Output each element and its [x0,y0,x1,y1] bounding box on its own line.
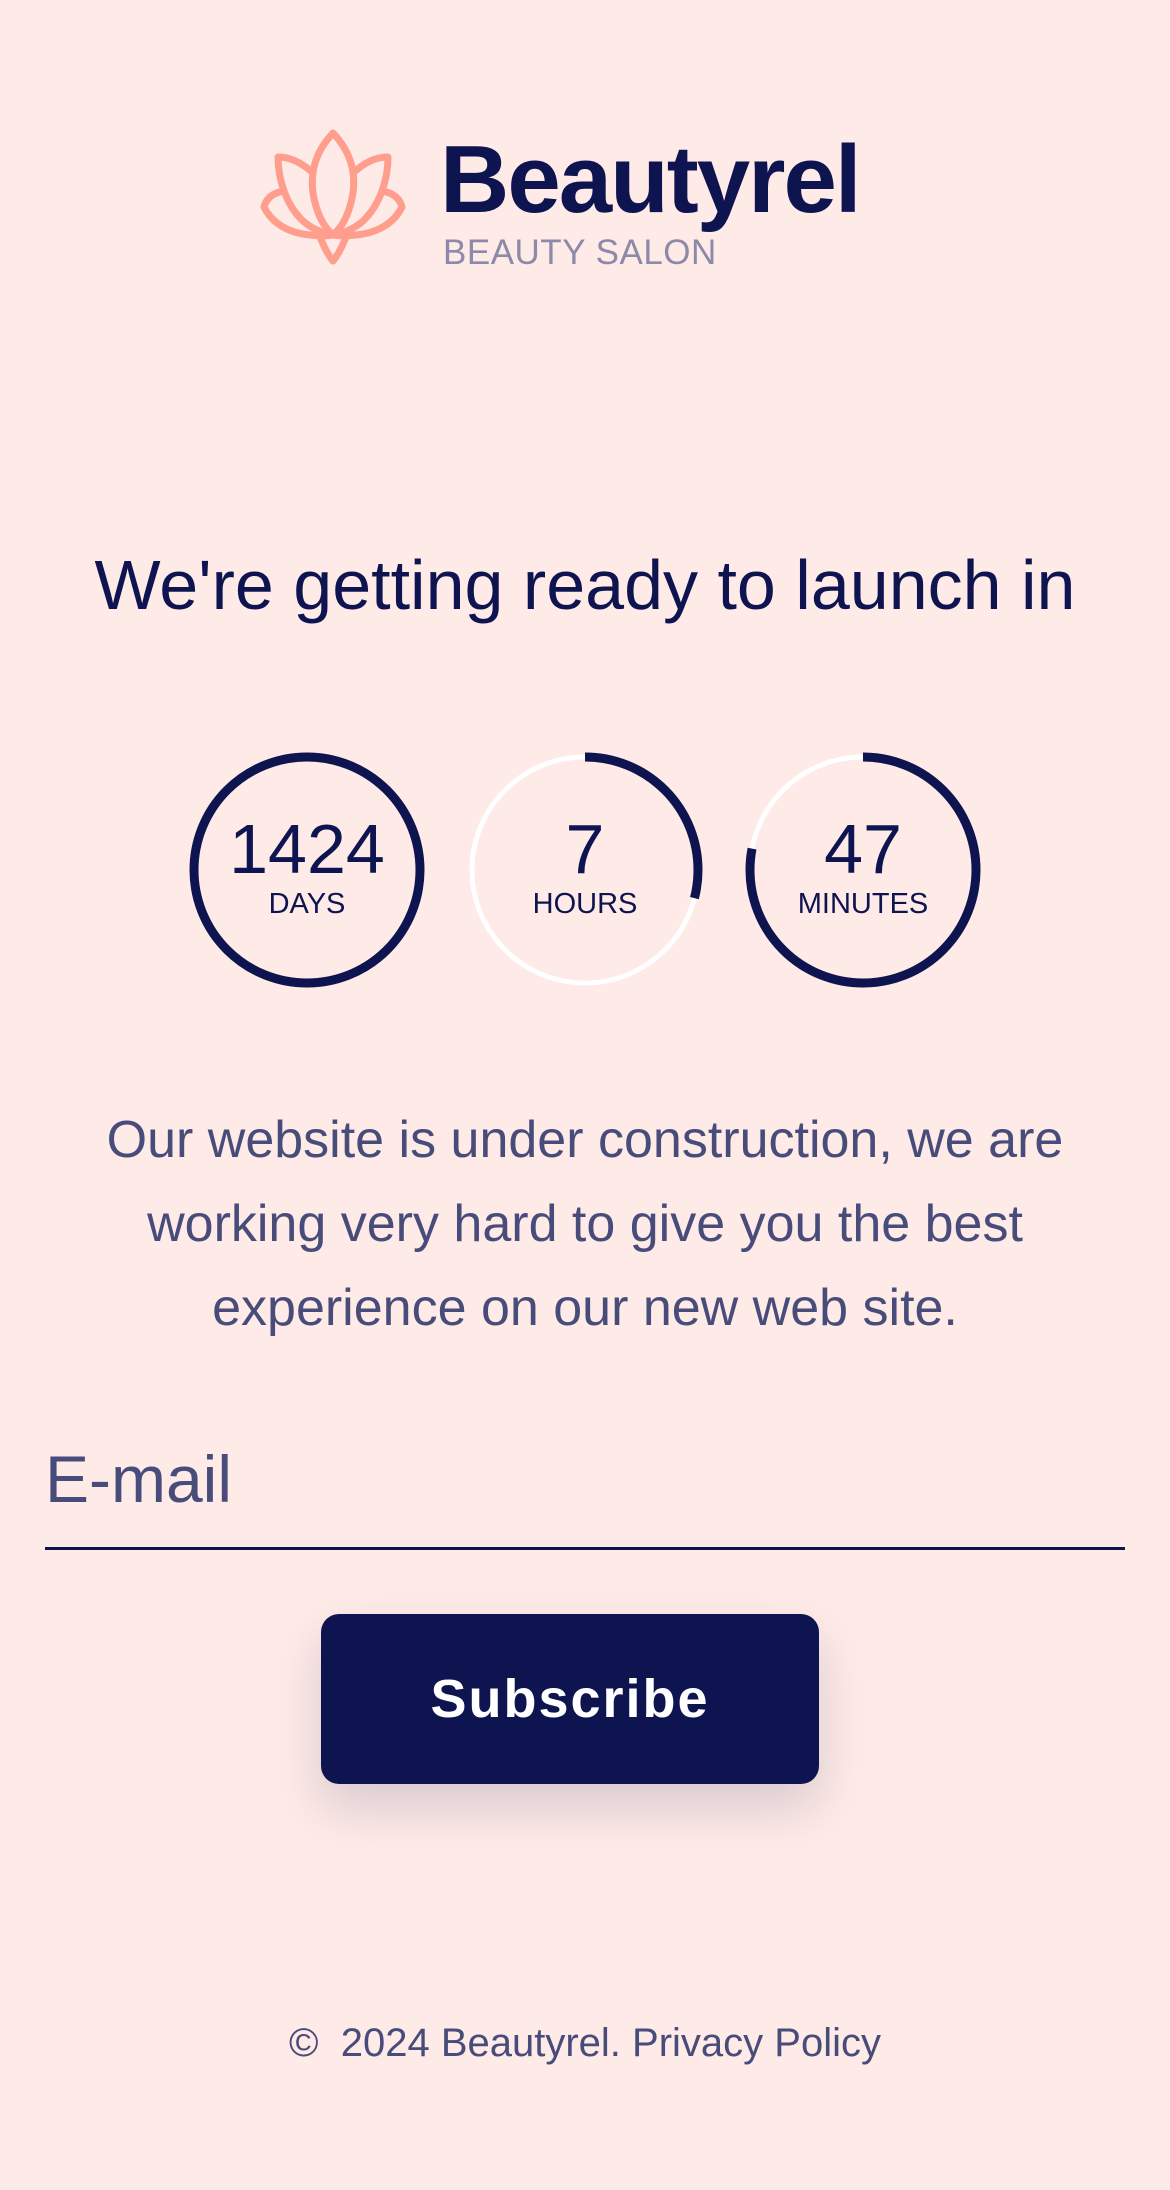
countdown-minutes: 47 MINUTES [743,750,983,990]
days-label: DAYS [268,888,346,920]
minutes-value: 47 [824,810,902,888]
brand-tagline: BEAUTY SALON [443,233,717,272]
countdown-hours: 7 HOURS [465,750,705,990]
countdown-days: 1424 DAYS [187,750,427,990]
logo[interactable]: Beautyrel BEAUTY SALON [260,125,900,275]
hours-value: 7 [565,810,605,888]
copyright-icon: © [289,2021,319,2065]
footer: © 2024 Beautyrel. Privacy Policy [0,2018,1170,2068]
brand-name: Beautyrel [440,126,862,233]
copyright-text: 2024 Beautyrel. [340,2021,621,2065]
countdown: 1424 DAYS 7 HOURS 47 MINUTES [0,750,1170,990]
subscribe-button[interactable]: Subscribe [321,1614,819,1784]
lotus-icon [260,129,406,265]
privacy-policy-link[interactable]: Privacy Policy [632,2021,881,2065]
construction-message: Our website is under construction, we ar… [106,1111,1064,1337]
days-value: 1424 [229,810,385,888]
email-field[interactable] [45,1410,1125,1550]
minutes-label: MINUTES [797,888,929,920]
hours-label: HOURS [532,888,638,920]
launch-headline: We're getting ready to launch in [94,546,1076,624]
